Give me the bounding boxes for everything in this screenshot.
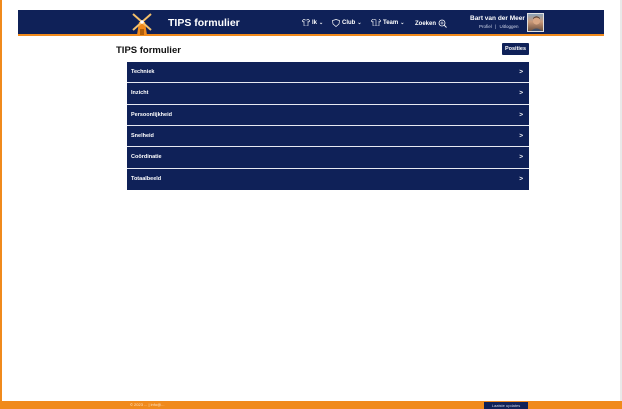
- nav-ik[interactable]: Ik ⌄: [302, 19, 323, 26]
- list-item-label: Totaalbeeld: [131, 176, 162, 183]
- list-item-persoonlijkheid[interactable]: Persoonlijkheid >: [127, 105, 529, 126]
- user-name: Bart van der Meer: [470, 15, 525, 22]
- chevron-down-icon: ⌄: [319, 19, 324, 26]
- brand-title[interactable]: TIPS formulier: [168, 17, 240, 29]
- shirt-icon: [302, 19, 310, 26]
- avatar[interactable]: [527, 13, 544, 32]
- list-item-label: Techniek: [131, 69, 155, 76]
- footer-text: © 2023 ... | info@...: [130, 402, 165, 407]
- user-links: Profiel | Uitloggen: [478, 24, 519, 29]
- link-separator: |: [495, 24, 497, 29]
- tips-category-list: Techniek > Inzicht > Persoonlijkheid > S…: [127, 62, 529, 190]
- chevron-down-icon: ⌄: [357, 20, 362, 26]
- page-title: TIPS formulier: [116, 45, 181, 56]
- chevron-right-icon: >: [519, 68, 523, 76]
- team-shirts-icon: [371, 19, 381, 26]
- shield-icon: [332, 19, 340, 27]
- chevron-right-icon: >: [519, 153, 523, 161]
- windmill-logo-icon[interactable]: [130, 10, 154, 36]
- list-item-totaalbeeld[interactable]: Totaalbeeld >: [127, 169, 529, 190]
- list-item-coordinatie[interactable]: Coördinatie >: [127, 147, 529, 169]
- nav-club-label: Club: [342, 20, 356, 26]
- chevron-down-icon: ⌄: [400, 19, 405, 26]
- list-item-label: Snelheid: [131, 133, 154, 140]
- list-item-label: Inzicht: [131, 90, 149, 97]
- left-accent-bar: [0, 0, 2, 409]
- nav-team-label: Team: [383, 19, 399, 26]
- uitloggen-link[interactable]: Uitloggen: [499, 24, 518, 29]
- list-item-snelheid[interactable]: Snelheid >: [127, 126, 529, 148]
- top-navigation-bar: TIPS formulier Ik ⌄ Club ⌄ Team ⌄ Zoeken…: [18, 10, 604, 36]
- list-item-techniek[interactable]: Techniek >: [127, 62, 529, 84]
- chevron-right-icon: >: [519, 111, 523, 119]
- posities-button[interactable]: Posities: [502, 43, 529, 55]
- footer-bar: © 2023 ... | info@... Laatste updates: [0, 401, 622, 409]
- list-item-label: Persoonlijkheid: [131, 111, 172, 118]
- nav-ik-label: Ik: [312, 19, 318, 26]
- footer-updates-button[interactable]: Laatste updates: [484, 402, 528, 409]
- user-photo-icon: [530, 16, 543, 31]
- search-icon: [438, 19, 447, 28]
- nav-team[interactable]: Team ⌄: [371, 19, 404, 26]
- chevron-right-icon: >: [519, 132, 523, 140]
- chevron-right-icon: >: [519, 89, 523, 97]
- nav-club[interactable]: Club ⌄: [332, 19, 362, 27]
- list-item-inzicht[interactable]: Inzicht >: [127, 83, 529, 105]
- nav-zoeken-label: Zoeken: [415, 20, 437, 27]
- chevron-right-icon: >: [519, 175, 523, 183]
- list-item-label: Coördinatie: [131, 154, 162, 161]
- nav-zoeken[interactable]: Zoeken: [415, 19, 447, 28]
- profiel-link[interactable]: Profiel: [479, 24, 492, 29]
